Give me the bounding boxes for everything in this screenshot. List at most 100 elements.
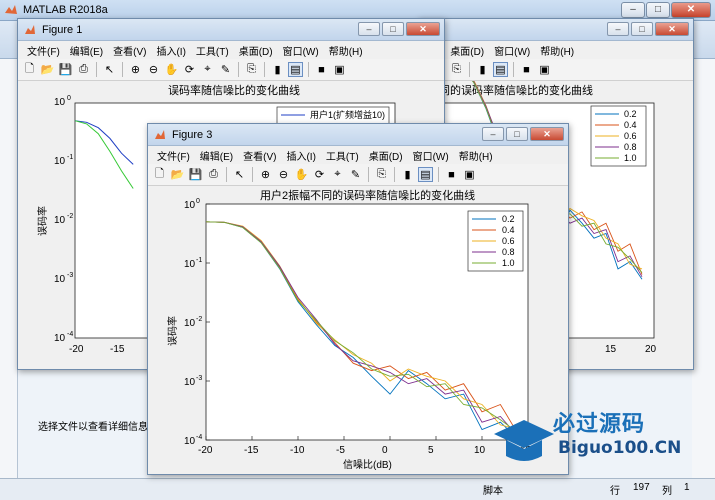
fig3-menu-insert[interactable]: 插入(I) (281, 148, 320, 163)
fig1-menu-window[interactable]: 窗口(W) (278, 43, 324, 58)
toolbar-separator (368, 167, 369, 182)
new-figure-icon[interactable]: 🗋 (152, 167, 167, 182)
toolbar-separator (252, 167, 253, 182)
fig1-ytick-exp: 0 (67, 95, 71, 102)
figure-2-minimize-button[interactable]: – (607, 22, 629, 36)
fig3-menu-file[interactable]: 文件(F) (152, 148, 195, 163)
hide-plot-tools-icon[interactable]: ■ (314, 62, 329, 77)
fig1-menu-desktop[interactable]: 桌面(D) (234, 43, 278, 58)
open-file-icon[interactable]: 📂 (170, 167, 185, 182)
figure-1-close-button[interactable]: ✕ (406, 22, 440, 36)
fig1-ytick-exp: -4 (67, 331, 73, 338)
figure-1-title: Figure 1 (42, 23, 83, 36)
print-icon[interactable]: ⎙ (76, 62, 91, 77)
legend-label: 0.2 (502, 214, 515, 224)
legend-label: 0.8 (502, 247, 515, 257)
status-col-label: 列 (662, 486, 672, 497)
maximize-button[interactable]: □ (646, 2, 670, 18)
fig3-menu-view[interactable]: 查看(V) (238, 148, 281, 163)
figure-icon (155, 129, 165, 139)
figure-3-maximize-button[interactable]: □ (506, 127, 528, 141)
figure-1-maximize-button[interactable]: □ (382, 22, 404, 36)
hide-plot-tools-icon[interactable]: ■ (444, 167, 459, 182)
show-plot-tools-icon[interactable]: ▣ (462, 167, 477, 182)
brush-icon[interactable]: ✎ (348, 167, 363, 182)
data-cursor-icon[interactable]: ⌖ (330, 167, 345, 182)
fig2-menu-window[interactable]: 窗口(W) (489, 43, 535, 58)
link-plot-icon[interactable]: ⎘ (244, 62, 259, 77)
details-hint: 选择文件以查看详细信息 (38, 422, 148, 433)
toolbar-separator (96, 62, 97, 77)
save-icon[interactable]: 💾 (188, 167, 203, 182)
legend-icon[interactable]: ▤ (288, 62, 303, 77)
fig3-menu-window[interactable]: 窗口(W) (408, 148, 454, 163)
show-plot-tools-icon[interactable]: ▣ (332, 62, 347, 77)
figure-2-menubar: 插入(I) 工具(T) 桌面(D) 窗口(W) 帮助(H) (368, 41, 693, 59)
link-plot-icon[interactable]: ⎘ (374, 167, 389, 182)
fig3-menu-tools[interactable]: 工具(T) (321, 148, 364, 163)
figure-1-title-bar: Figure 1 – □ ✕ (18, 19, 444, 41)
figure-1-toolbar: 🗋 📂 💾 ⎙ ↖ ⊕ ⊖ ✋ ⟳ ⌖ ✎ ⎘ ▮ ▤ ■ ▣ (18, 59, 444, 81)
rotate-3d-icon[interactable]: ⟳ (312, 167, 327, 182)
pan-hand-icon[interactable]: ✋ (294, 167, 309, 182)
fig1-menu-file[interactable]: 文件(F) (22, 43, 65, 58)
fig1-menu-tools[interactable]: 工具(T) (191, 43, 234, 58)
zoom-out-icon[interactable]: ⊖ (146, 62, 161, 77)
fig1-ytick-exp: -2 (67, 213, 73, 220)
legend-icon[interactable]: ▤ (493, 62, 508, 77)
legend-icon[interactable]: ▤ (418, 167, 433, 182)
figure-2-close-button[interactable]: ✕ (655, 22, 689, 36)
colorbar-icon[interactable]: ▮ (270, 62, 285, 77)
fig1-menu-edit[interactable]: 编辑(E) (65, 43, 108, 58)
close-button[interactable]: ✕ (671, 2, 711, 18)
colorbar-icon[interactable]: ▮ (400, 167, 415, 182)
pointer-icon[interactable]: ↖ (232, 167, 247, 182)
zoom-in-icon[interactable]: ⊕ (258, 167, 273, 182)
fig1-ytick-exp: -3 (67, 272, 73, 279)
fig1-menu-view[interactable]: 查看(V) (108, 43, 151, 58)
graduation-cap-icon (494, 420, 554, 448)
figure-3-title-bar: Figure 3 – □ ✕ (148, 124, 568, 146)
watermark-title: 必过源码 (553, 412, 646, 437)
fig1-xtick-neg15: -15 (110, 344, 125, 355)
pan-hand-icon[interactable]: ✋ (164, 62, 179, 77)
toolbar-separator (469, 62, 470, 77)
fig2-menu-desktop[interactable]: 桌面(D) (445, 43, 489, 58)
zoom-out-icon[interactable]: ⊖ (276, 167, 291, 182)
main-window-controls: – □ ✕ (621, 2, 711, 18)
minimize-button[interactable]: – (621, 2, 645, 18)
new-figure-icon[interactable]: 🗋 (22, 62, 37, 77)
figure-3-close-button[interactable]: ✕ (530, 127, 564, 141)
toolbar-separator (308, 62, 309, 77)
fig2-menu-help[interactable]: 帮助(H) (535, 43, 579, 58)
hide-plot-tools-icon[interactable]: ■ (519, 62, 534, 77)
fig1-menu-insert[interactable]: 插入(I) (151, 43, 190, 58)
status-col-value: 1 (684, 482, 690, 493)
fig2-legend-label: 0.8 (624, 142, 637, 152)
figure-3-minimize-button[interactable]: – (482, 127, 504, 141)
fig3-menu-desktop[interactable]: 桌面(D) (364, 148, 408, 163)
y-tick-label: 10 (184, 377, 196, 388)
figure-3-chart-title: 用户2振幅不同的误码率随信噪比的变化曲线 (260, 188, 475, 202)
figure-2-maximize-button[interactable]: □ (631, 22, 653, 36)
fig3-menu-help[interactable]: 帮助(H) (454, 148, 498, 163)
fig1-menu-help[interactable]: 帮助(H) (324, 43, 368, 58)
figure-1-minimize-button[interactable]: – (358, 22, 380, 36)
print-icon[interactable]: ⎙ (206, 167, 221, 182)
fig3-menu-edit[interactable]: 编辑(E) (195, 148, 238, 163)
open-file-icon[interactable]: 📂 (40, 62, 55, 77)
save-icon[interactable]: 💾 (58, 62, 73, 77)
show-plot-tools-icon[interactable]: ▣ (537, 62, 552, 77)
brush-icon[interactable]: ✎ (218, 62, 233, 77)
status-bar (0, 478, 715, 500)
y-tick-label: 10 (184, 259, 196, 270)
y-tick-label: 10 (184, 200, 196, 211)
fig1-ytick-base: 10 (54, 156, 66, 167)
link-plot-icon[interactable]: ⎘ (449, 62, 464, 77)
rotate-3d-icon[interactable]: ⟳ (182, 62, 197, 77)
data-cursor-icon[interactable]: ⌖ (200, 62, 215, 77)
zoom-in-icon[interactable]: ⊕ (128, 62, 143, 77)
pointer-icon[interactable]: ↖ (102, 62, 117, 77)
colorbar-icon[interactable]: ▮ (475, 62, 490, 77)
figure-2-chart-title: 同的误码率随信噪比的变化曲线 (439, 83, 593, 97)
